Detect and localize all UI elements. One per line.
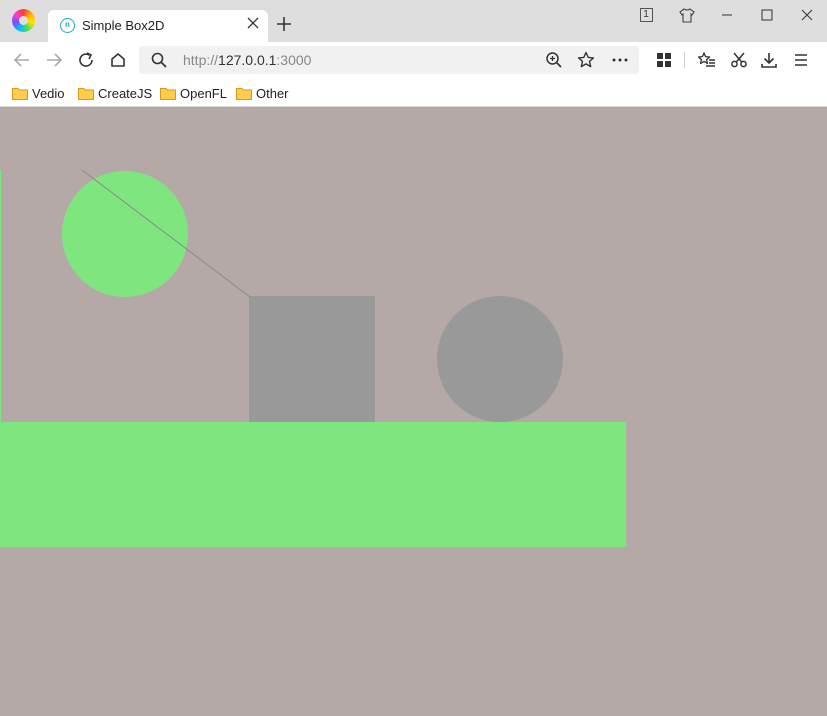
tab-count-badge: 1 (639, 8, 653, 22)
navigation-toolbar: http://127.0.0.1:3000 (0, 42, 827, 78)
new-tab-button[interactable] (274, 14, 294, 34)
folder-icon (78, 87, 94, 100)
title-bar: n Simple Box2D 1 (0, 0, 827, 42)
url-host: 127.0.0.1 (218, 52, 277, 68)
bookmark-label: Vedio (32, 85, 65, 101)
tab-simple-box2d[interactable]: n Simple Box2D (48, 10, 268, 42)
bookmark-star-icon[interactable] (577, 51, 595, 74)
maximize-button[interactable] (753, 5, 781, 25)
reload-button[interactable] (74, 48, 98, 72)
download-icon[interactable] (757, 48, 781, 72)
close-window-button[interactable] (793, 5, 821, 25)
box2d-canvas[interactable] (0, 108, 827, 716)
bookmark-vedio[interactable]: Vedio (12, 84, 65, 102)
address-bar[interactable]: http://127.0.0.1:3000 (139, 46, 639, 74)
apps-grid-icon[interactable] (652, 48, 676, 72)
folder-icon (12, 87, 28, 100)
forward-button[interactable] (42, 48, 66, 72)
main-menu-icon[interactable] (789, 48, 813, 72)
bookmark-label: OpenFL (180, 85, 227, 101)
gray-ball-body[interactable] (437, 296, 563, 422)
folder-icon (160, 87, 176, 100)
browser-logo-icon[interactable] (12, 9, 35, 32)
bookmark-label: CreateJS (98, 85, 153, 101)
tab-count-button[interactable]: 1 (632, 5, 660, 25)
left-wall-body (0, 170, 1, 422)
skin-shirt-icon[interactable] (673, 5, 701, 25)
url-scheme: http:// (183, 52, 219, 68)
favorites-list-icon[interactable] (695, 48, 719, 72)
more-options-icon[interactable] (611, 51, 629, 74)
tab-favicon-icon: n (60, 18, 75, 33)
page-viewport (0, 108, 827, 716)
search-icon (151, 52, 167, 73)
toolbar-divider (684, 52, 685, 68)
ground-body (0, 422, 626, 547)
home-button[interactable] (106, 48, 130, 72)
tab-close-icon[interactable] (244, 16, 262, 34)
bookmark-label: Other (256, 85, 289, 101)
bookmarks-bar: Vedio CreateJS OpenFL Other (0, 78, 827, 107)
bookmark-other[interactable]: Other (236, 84, 289, 102)
screenshot-scissors-icon[interactable] (727, 48, 751, 72)
zoom-icon[interactable] (545, 51, 563, 74)
bookmark-createjs[interactable]: CreateJS (78, 84, 152, 102)
minimize-button[interactable] (713, 5, 741, 25)
bookmark-openfl[interactable]: OpenFL (160, 84, 227, 102)
url-port: :3000 (276, 52, 312, 68)
gray-box-body[interactable] (249, 296, 375, 422)
tab-title: Simple Box2D (82, 18, 165, 33)
url-text[interactable]: http://127.0.0.1:3000 (183, 52, 311, 68)
green-ball-body[interactable] (62, 171, 188, 297)
back-button[interactable] (10, 48, 34, 72)
folder-icon (236, 87, 252, 100)
